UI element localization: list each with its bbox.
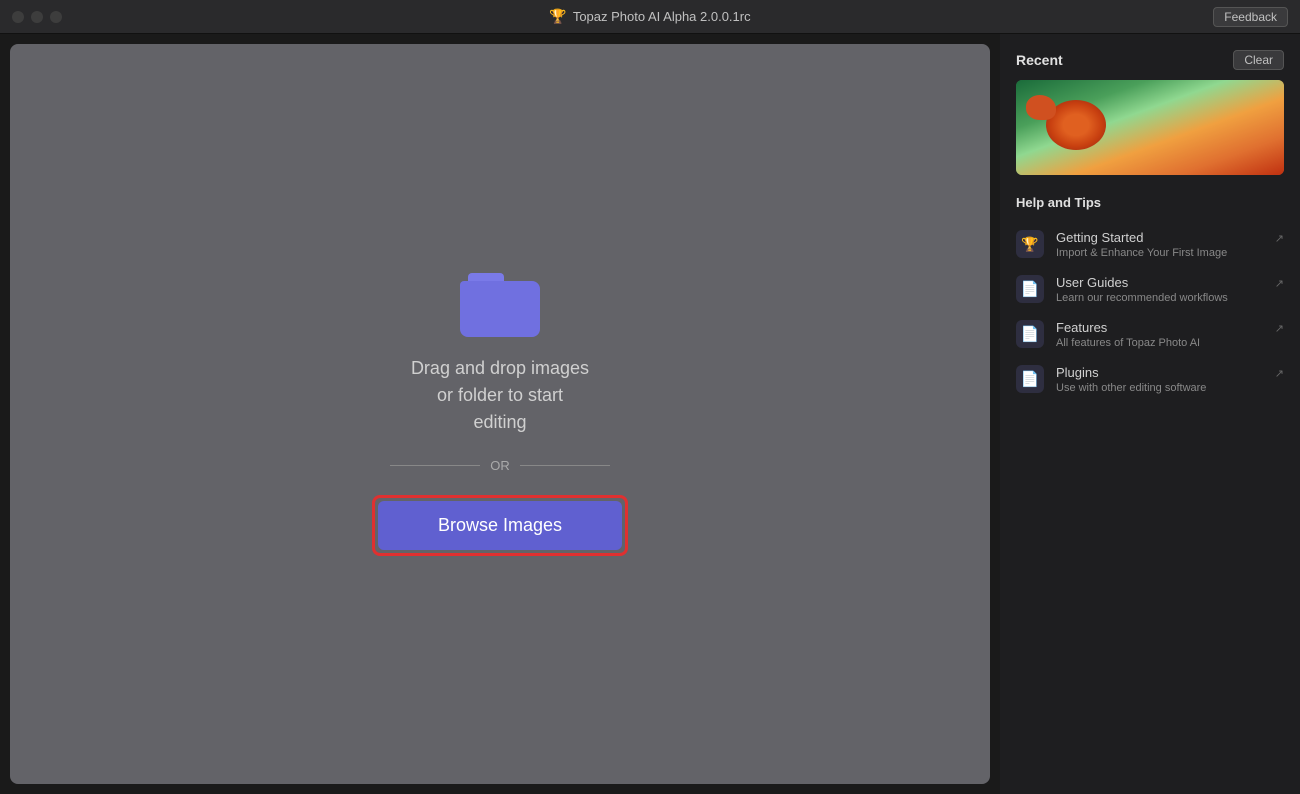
external-link-icon-1: ↗ [1275,277,1284,290]
main-layout: Drag and drop images or folder to start … [0,34,1300,794]
recent-thumbnail[interactable] [1016,80,1284,175]
plugins-text: Plugins Use with other editing software [1056,365,1263,394]
user-guides-icon: 📄 [1016,275,1044,303]
doc-icon-1: 📄 [1021,280,1040,298]
plugins-title: Plugins [1056,365,1263,380]
features-title: Features [1056,320,1263,335]
close-button[interactable] [12,11,24,23]
external-link-icon-3: ↗ [1275,367,1284,380]
titlebar: 🏆 Topaz Photo AI Alpha 2.0.0.1rc Feedbac… [0,0,1300,34]
user-guides-title: User Guides [1056,275,1263,290]
or-line-left [390,465,480,466]
topaz-logo-icon: 🏆 [549,8,566,25]
plugins-desc: Use with other editing software [1056,382,1263,394]
recent-thumbnail-image [1016,80,1284,175]
plugins-icon: 📄 [1016,365,1044,393]
user-guides-text: User Guides Learn our recommended workfl… [1056,275,1263,304]
external-link-icon-2: ↗ [1275,322,1284,335]
feedback-button[interactable]: Feedback [1213,7,1288,27]
folder-icon-wrapper [460,273,540,337]
recent-header: Recent Clear [1000,46,1300,80]
drop-zone[interactable]: Drag and drop images or folder to start … [10,44,990,784]
doc-icon-2: 📄 [1021,325,1040,343]
drop-text: Drag and drop images or folder to start … [411,355,589,436]
clear-button[interactable]: Clear [1233,50,1284,70]
traffic-lights [12,11,62,23]
doc-icon-3: 📄 [1021,370,1040,388]
browse-button-wrapper: Browse Images [372,495,628,556]
features-desc: All features of Topaz Photo AI [1056,337,1263,349]
features-icon: 📄 [1016,320,1044,348]
getting-started-text: Getting Started Import & Enhance Your Fi… [1056,230,1263,259]
chameleon-head [1026,95,1056,120]
window-title: 🏆 Topaz Photo AI Alpha 2.0.0.1rc [549,8,750,25]
getting-started-icon: 🏆 [1016,230,1044,258]
or-label: OR [490,458,510,473]
recent-title: Recent [1016,52,1063,68]
maximize-button[interactable] [50,11,62,23]
getting-started-desc: Import & Enhance Your First Image [1056,247,1263,259]
or-line-right [520,465,610,466]
help-item-features[interactable]: 📄 Features All features of Topaz Photo A… [1000,312,1300,357]
external-link-icon-0: ↗ [1275,232,1284,245]
help-item-plugins[interactable]: 📄 Plugins Use with other editing softwar… [1000,357,1300,402]
getting-started-title: Getting Started [1056,230,1263,245]
browse-images-button[interactable]: Browse Images [378,501,622,550]
folder-icon [460,273,540,337]
folder-body [460,281,540,337]
help-item-user-guides[interactable]: 📄 User Guides Learn our recommended work… [1000,267,1300,312]
help-item-getting-started[interactable]: 🏆 Getting Started Import & Enhance Your … [1000,222,1300,267]
sidebar: Recent Clear Help and Tips 🏆 Getting Sta… [1000,34,1300,794]
or-divider: OR [390,458,610,473]
minimize-button[interactable] [31,11,43,23]
help-tips-title: Help and Tips [1000,191,1300,222]
user-guides-desc: Learn our recommended workflows [1056,292,1263,304]
features-text: Features All features of Topaz Photo AI [1056,320,1263,349]
